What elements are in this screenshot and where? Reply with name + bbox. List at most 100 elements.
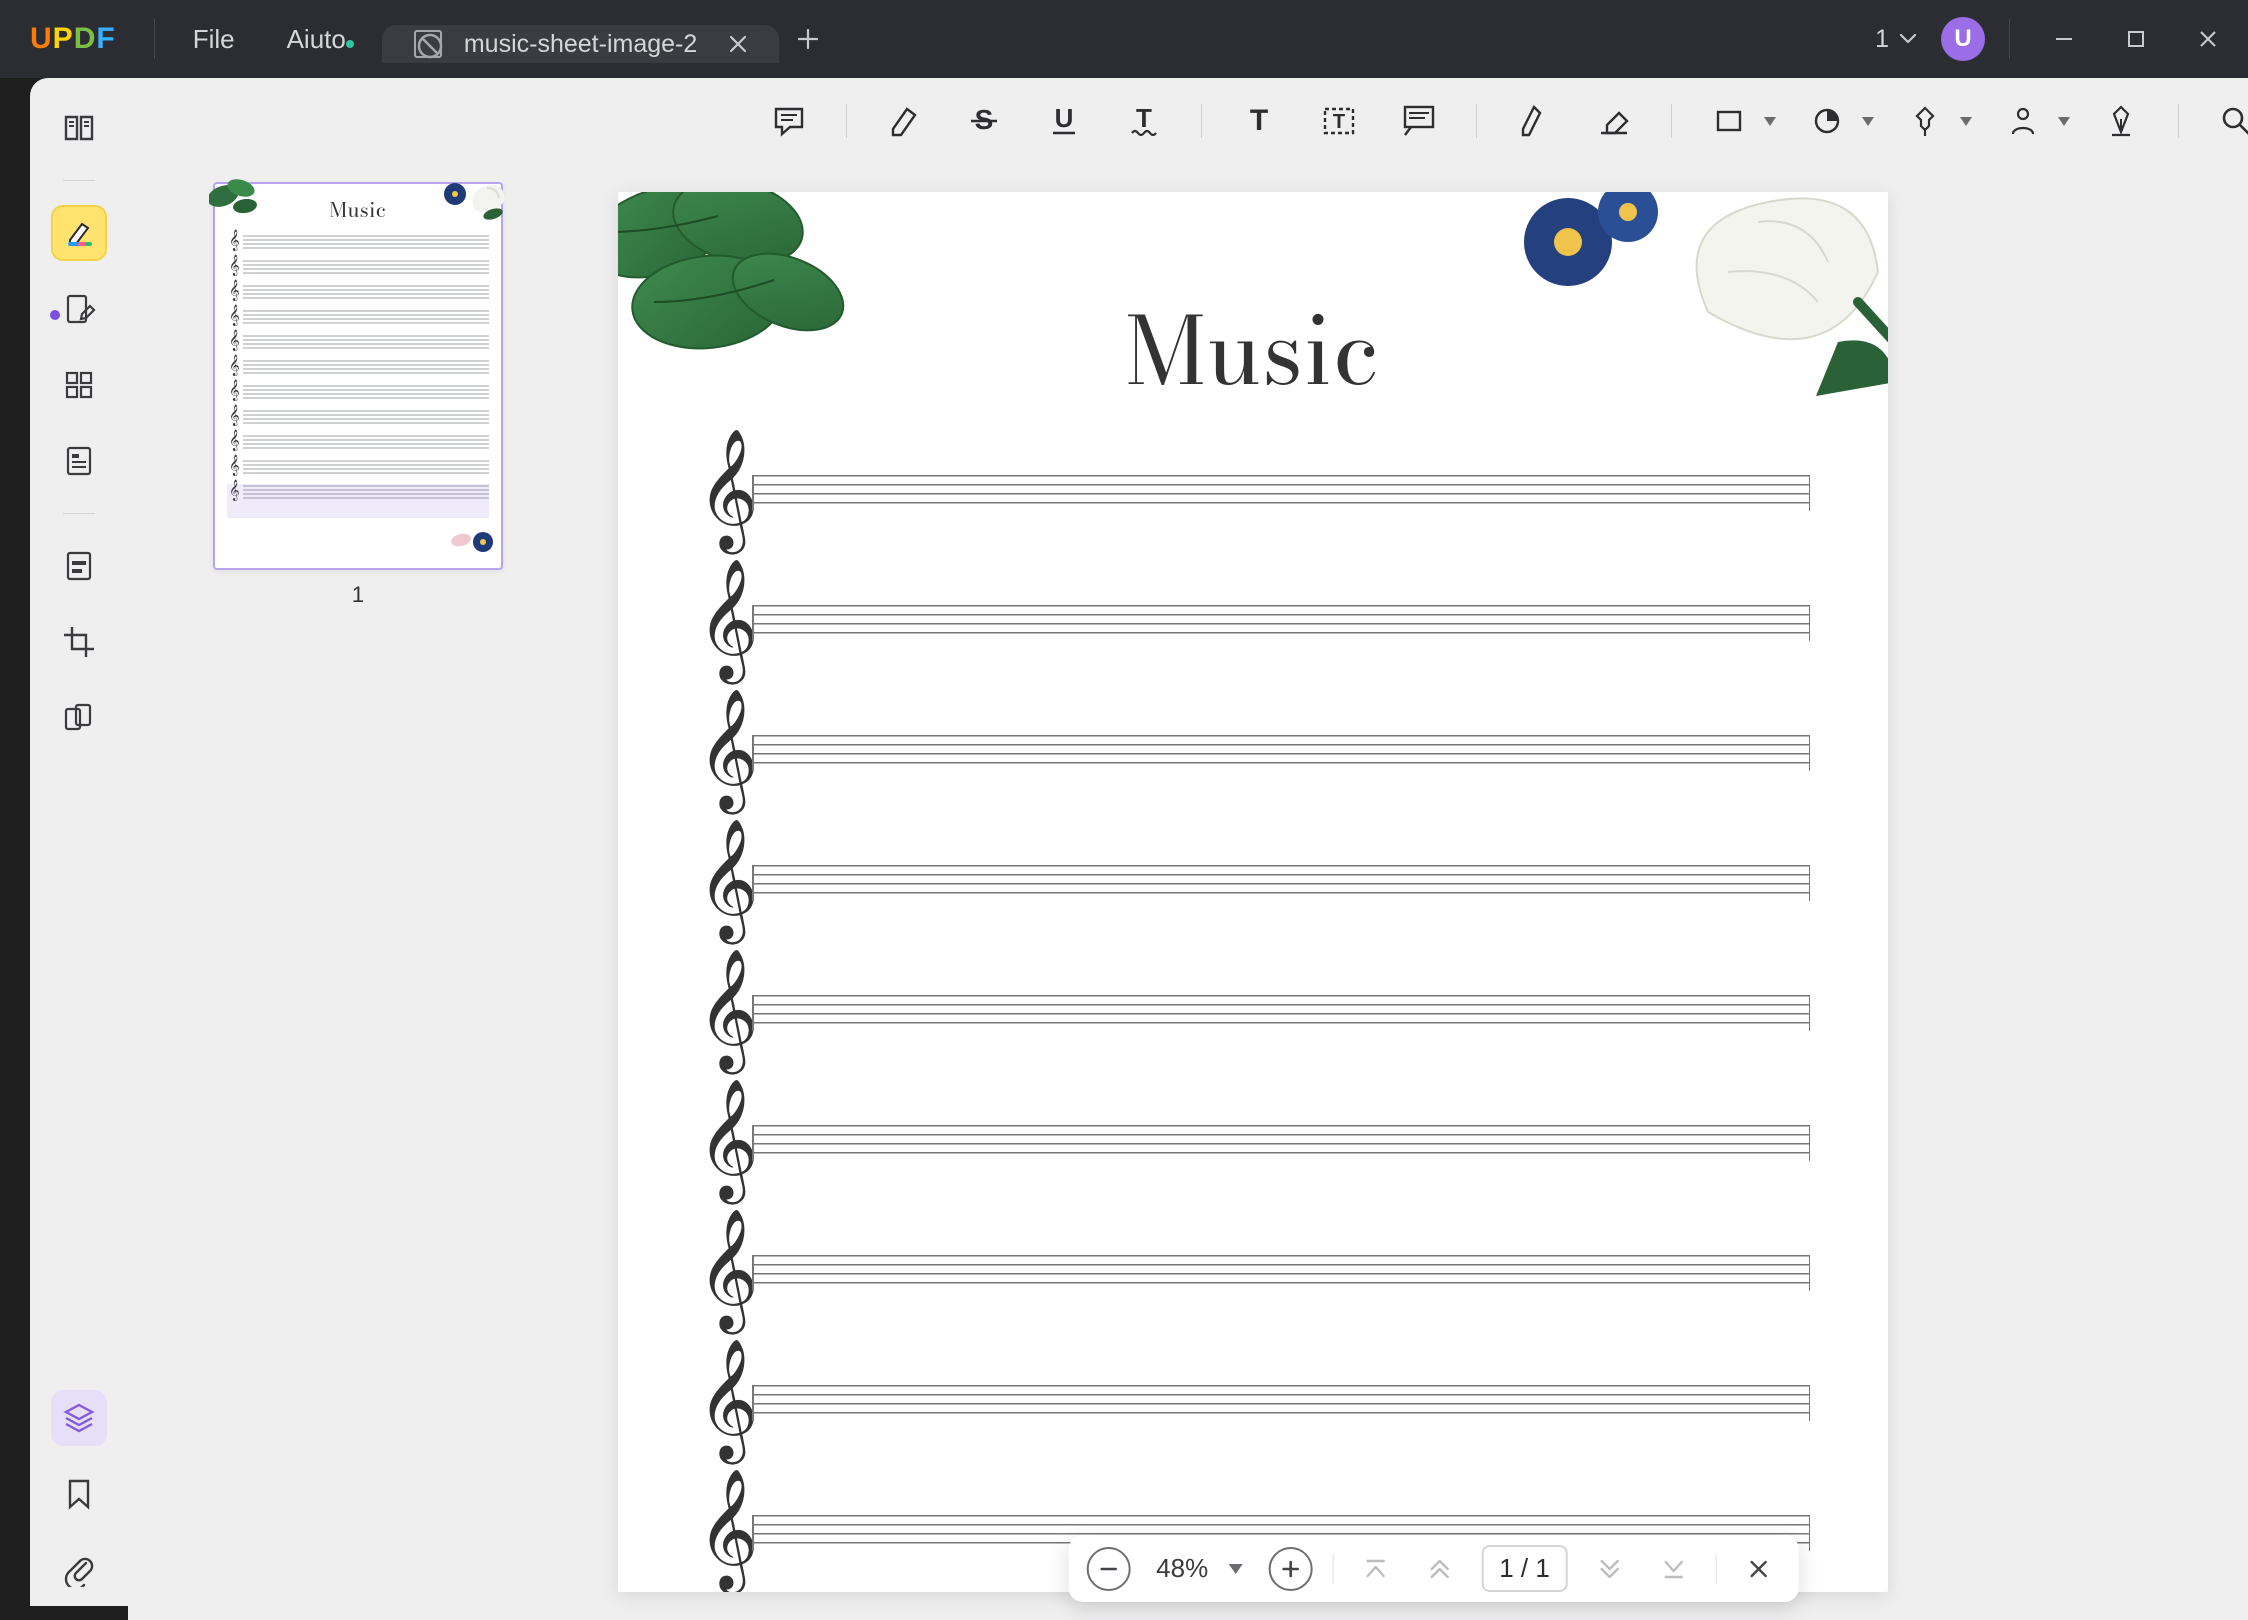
chevron-bottom-icon	[1661, 1556, 1687, 1582]
pencil-tool[interactable]	[1505, 92, 1563, 150]
bookmarks-button[interactable]	[51, 1466, 107, 1522]
zoom-value: 48%	[1156, 1553, 1208, 1584]
stamp-tool[interactable]	[1896, 92, 1972, 150]
bar-line	[1809, 475, 1811, 511]
rectangle-tool[interactable]	[1700, 92, 1776, 150]
first-page-button[interactable]	[1353, 1547, 1397, 1591]
user-avatar[interactable]: U	[1941, 17, 1985, 61]
treble-clef-icon: 𝄞	[706, 715, 757, 787]
compare-button[interactable]	[51, 690, 107, 746]
document-page[interactable]: Music 𝄞𝄞𝄞𝄞𝄞𝄞𝄞𝄞𝄞	[618, 192, 1888, 1592]
layers-panel-button[interactable]	[51, 1390, 107, 1446]
staff-lines	[752, 1385, 1810, 1421]
music-staff-row: 𝄞	[696, 849, 1810, 919]
edit-mode-button[interactable]	[51, 281, 107, 337]
tab-title: music-sheet-image-2	[464, 30, 697, 59]
bar-line	[752, 735, 754, 771]
strikethrough-tool[interactable]: S	[955, 92, 1013, 150]
bar-line	[1809, 1125, 1811, 1161]
eraser-tool[interactable]	[1585, 92, 1643, 150]
signature-stamp-tool[interactable]	[1994, 92, 2070, 150]
comment-mode-button[interactable]	[51, 205, 107, 261]
text-tool[interactable]: T	[1230, 92, 1288, 150]
crop-icon	[62, 625, 96, 659]
paperclip-icon	[64, 1553, 94, 1587]
annotation-toolbar: S U T T	[128, 78, 2248, 164]
textbox-tool[interactable]: T	[1310, 92, 1368, 150]
attachments-button[interactable]	[51, 1542, 107, 1598]
sticker-tool[interactable]	[1798, 92, 1874, 150]
bookmark-icon	[64, 1477, 94, 1511]
signature-stamp-button[interactable]	[1994, 92, 2052, 150]
stamp-tool-button[interactable]	[1896, 92, 1954, 150]
pin-icon	[1909, 104, 1941, 138]
next-page-button[interactable]	[1588, 1547, 1632, 1591]
last-page-button[interactable]	[1652, 1547, 1696, 1591]
treble-clef-icon: 𝄞	[706, 1495, 757, 1567]
title-bar-left: U P D F File Aiuto music-sheet-image-2	[0, 0, 827, 78]
music-staff-row: 𝄞	[696, 1239, 1810, 1309]
redact-button[interactable]	[51, 538, 107, 594]
window-minimize-button[interactable]	[2034, 15, 2094, 63]
redact-page-icon	[62, 549, 96, 583]
zoom-in-button[interactable]	[1268, 1547, 1312, 1591]
rectangle-tool-button[interactable]	[1700, 92, 1758, 150]
organize-pages-button[interactable]	[51, 357, 107, 413]
pencil-icon	[1519, 103, 1549, 139]
unsaved-file-icon	[414, 30, 442, 58]
new-tab-button[interactable]	[789, 20, 827, 58]
reader-mode-button[interactable]	[51, 100, 107, 156]
treble-clef-icon: 𝄞	[229, 256, 240, 274]
close-zoom-bar-button[interactable]	[1737, 1547, 1781, 1591]
flower-decoration-icon	[1478, 192, 1888, 418]
highlighter-pen-icon	[62, 216, 96, 250]
window-maximize-button[interactable]	[2106, 15, 2166, 63]
signature-tool[interactable]	[2092, 92, 2150, 150]
separator	[1201, 104, 1202, 138]
music-staves: 𝄞𝄞𝄞𝄞𝄞𝄞𝄞𝄞𝄞	[618, 459, 1888, 1569]
squiggly-tool[interactable]: T	[1115, 92, 1173, 150]
staff-lines	[243, 310, 489, 326]
treble-clef-icon: 𝄞	[706, 845, 757, 917]
treble-clef-icon: 𝄞	[229, 331, 240, 349]
separator	[154, 19, 155, 59]
open-docs-counter[interactable]: 1	[1863, 25, 1929, 54]
menu-help[interactable]: Aiuto	[261, 24, 372, 55]
staff-lines	[752, 735, 1810, 771]
previous-page-button[interactable]	[1417, 1547, 1461, 1591]
forms-mode-button[interactable]	[51, 433, 107, 489]
separator	[2009, 19, 2010, 59]
page-thumbnail[interactable]: Music 𝄞𝄞𝄞𝄞𝄞𝄞𝄞𝄞𝄞𝄞𝄞	[213, 182, 503, 570]
staff-lines	[243, 260, 489, 276]
separator	[1716, 1554, 1717, 1584]
bar-line	[752, 865, 754, 901]
window-close-button[interactable]	[2178, 15, 2238, 63]
tab-close-button[interactable]	[719, 25, 757, 63]
chevron-down-icon	[1899, 33, 1917, 45]
speech-bubble-icon	[771, 103, 807, 139]
sticker-tool-button[interactable]	[1798, 92, 1856, 150]
edit-page-icon	[62, 292, 96, 326]
separator	[1671, 104, 1672, 138]
separator	[1476, 104, 1477, 138]
document-tab[interactable]: music-sheet-image-2	[382, 25, 779, 63]
underline-tool[interactable]: U	[1035, 92, 1093, 150]
staff-lines	[243, 485, 489, 501]
note-tool[interactable]	[760, 92, 818, 150]
text-t-icon: T	[1242, 103, 1276, 139]
crop-button[interactable]	[51, 614, 107, 670]
menu-file[interactable]: File	[167, 24, 261, 55]
highlight-tool[interactable]	[875, 92, 933, 150]
zoom-dropdown[interactable]: 48%	[1150, 1553, 1248, 1584]
treble-clef-icon: 𝄞	[229, 231, 240, 249]
fountain-pen-icon	[2106, 103, 2136, 139]
bar-line	[1809, 735, 1811, 771]
search-button[interactable]	[2207, 92, 2248, 150]
zoom-page-bar: 48%	[1068, 1535, 1799, 1602]
zoom-out-button[interactable]	[1086, 1547, 1130, 1591]
rectangle-icon	[1713, 105, 1745, 137]
callout-tool[interactable]	[1390, 92, 1448, 150]
thumb-mini-staff: 𝄞	[227, 483, 489, 505]
page-indicator[interactable]: 1 / 1	[1481, 1545, 1568, 1592]
thumb-mini-staff: 𝄞	[227, 358, 489, 380]
